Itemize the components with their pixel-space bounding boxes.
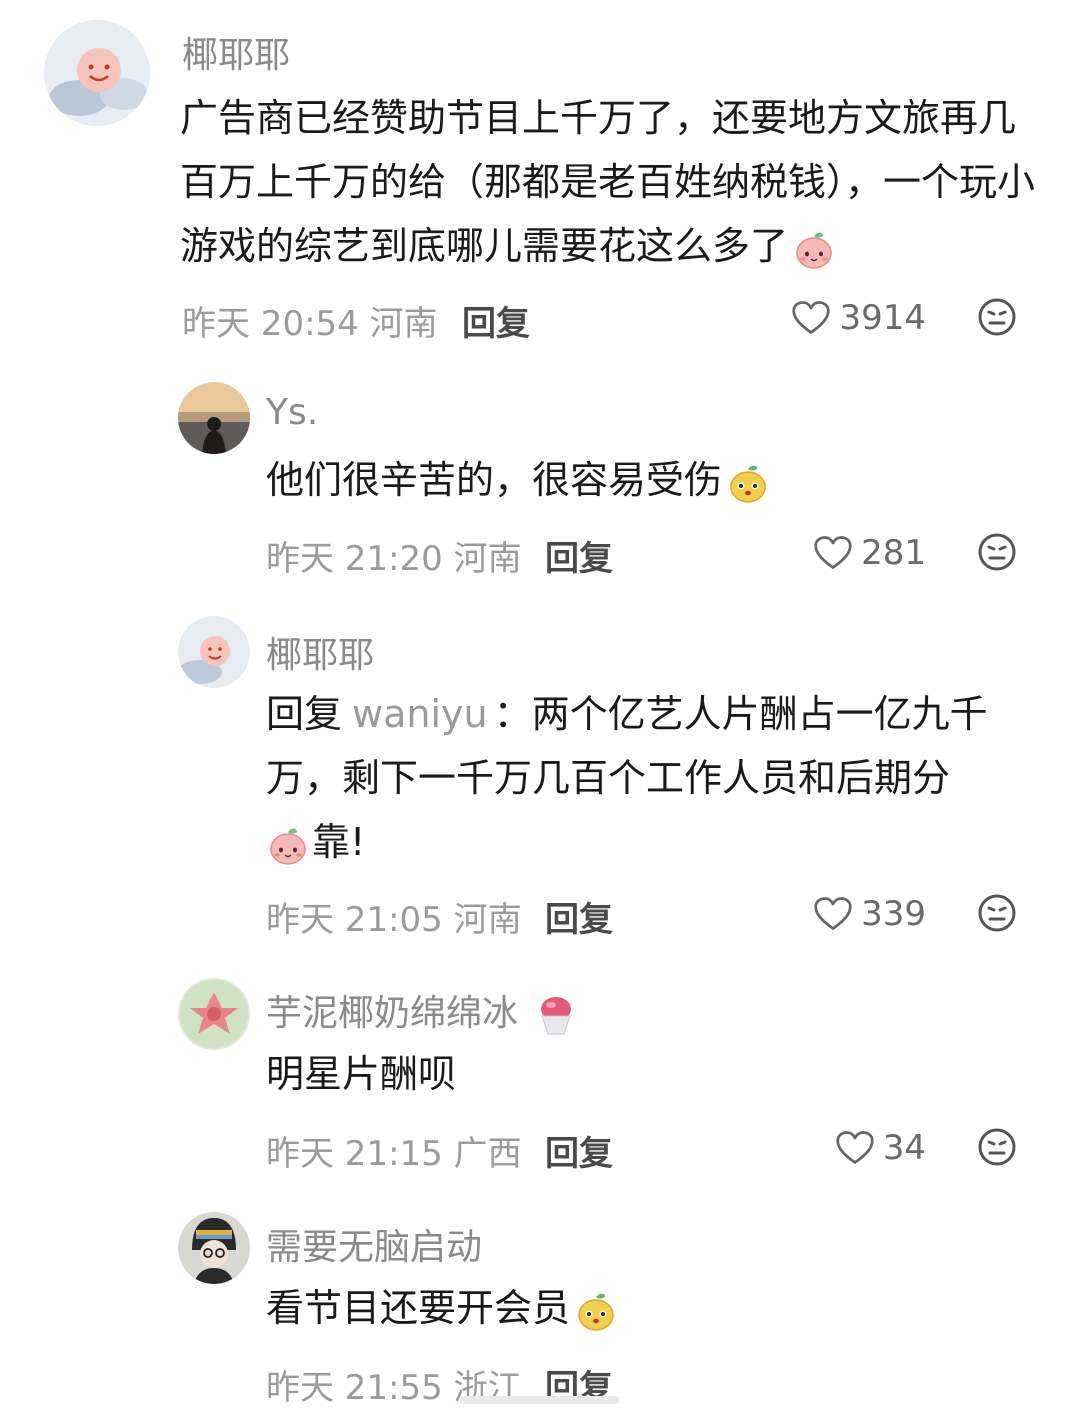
like-button[interactable]: 34 bbox=[820, 1126, 926, 1170]
dislike-face-icon[interactable] bbox=[977, 1127, 1017, 1167]
like-count: 281 bbox=[861, 533, 926, 573]
home-indicator[interactable] bbox=[460, 1396, 620, 1404]
like-count: 3914 bbox=[839, 298, 926, 338]
comment-text: 看节目还要开会员 bbox=[266, 1276, 1046, 1340]
username[interactable]: 椰耶耶 bbox=[266, 626, 374, 678]
like-button[interactable]: 339 bbox=[800, 892, 926, 936]
comment-text: 回复 waniyu ：两个亿艺人片酬占一亿九千 万，剩下一千万几百个工作人员和后期分… bbox=[266, 682, 1056, 874]
avatar[interactable] bbox=[44, 20, 150, 126]
shaved-ice-emoji bbox=[541, 997, 572, 1035]
reply-button[interactable]: 回复 bbox=[545, 892, 613, 941]
comment-meta: 昨天 21:15 广西 bbox=[266, 1134, 522, 1174]
comment-meta: 昨天 21:20 河南 bbox=[266, 539, 522, 579]
heart-outline-icon bbox=[813, 534, 853, 572]
username[interactable]: 芋泥椰奶绵绵冰 bbox=[266, 984, 579, 1038]
like-button[interactable]: 281 bbox=[800, 531, 926, 575]
heart-outline-icon bbox=[813, 895, 853, 933]
comment-meta: 昨天 20:54 河南 bbox=[182, 304, 438, 344]
heart-outline-icon bbox=[835, 1129, 875, 1167]
dislike-face-icon[interactable] bbox=[977, 532, 1017, 572]
avatar[interactable] bbox=[178, 382, 250, 454]
like-count: 34 bbox=[882, 1128, 926, 1168]
comment-text: 广告商已经赞助节目上千万了，还要地方文旅再几百万上千万的给（那都是老百姓纳税钱）… bbox=[180, 86, 1040, 278]
username[interactable]: Ys. bbox=[266, 392, 318, 433]
avatar[interactable] bbox=[178, 978, 250, 1050]
dislike-face-icon[interactable] bbox=[977, 893, 1017, 933]
like-button[interactable]: 3914 bbox=[780, 296, 926, 340]
reply-button[interactable]: 回复 bbox=[462, 296, 530, 345]
avatar[interactable] bbox=[178, 1212, 250, 1284]
comment-text: 明星片酬呗 bbox=[266, 1052, 457, 1096]
mango-emoji bbox=[726, 461, 770, 505]
peach-emoji bbox=[266, 823, 310, 867]
avatar[interactable] bbox=[178, 616, 250, 688]
username[interactable]: 需要无脑启动 bbox=[266, 1218, 482, 1270]
peach-emoji bbox=[792, 227, 836, 271]
reply-target-user[interactable]: waniyu bbox=[352, 692, 488, 736]
comment-text: 他们很辛苦的，很容易受伤 bbox=[266, 448, 1046, 512]
reply-button[interactable]: 回复 bbox=[545, 531, 613, 580]
heart-outline-icon bbox=[791, 299, 831, 337]
like-count: 339 bbox=[861, 894, 926, 934]
dislike-face-icon[interactable] bbox=[977, 297, 1017, 337]
username[interactable]: 椰耶耶 bbox=[182, 26, 290, 78]
comment-meta: 昨天 21:05 河南 bbox=[266, 900, 522, 940]
mango-emoji bbox=[574, 1289, 618, 1333]
reply-prefix: 回复 bbox=[266, 692, 343, 736]
reply-button[interactable]: 回复 bbox=[545, 1126, 613, 1175]
